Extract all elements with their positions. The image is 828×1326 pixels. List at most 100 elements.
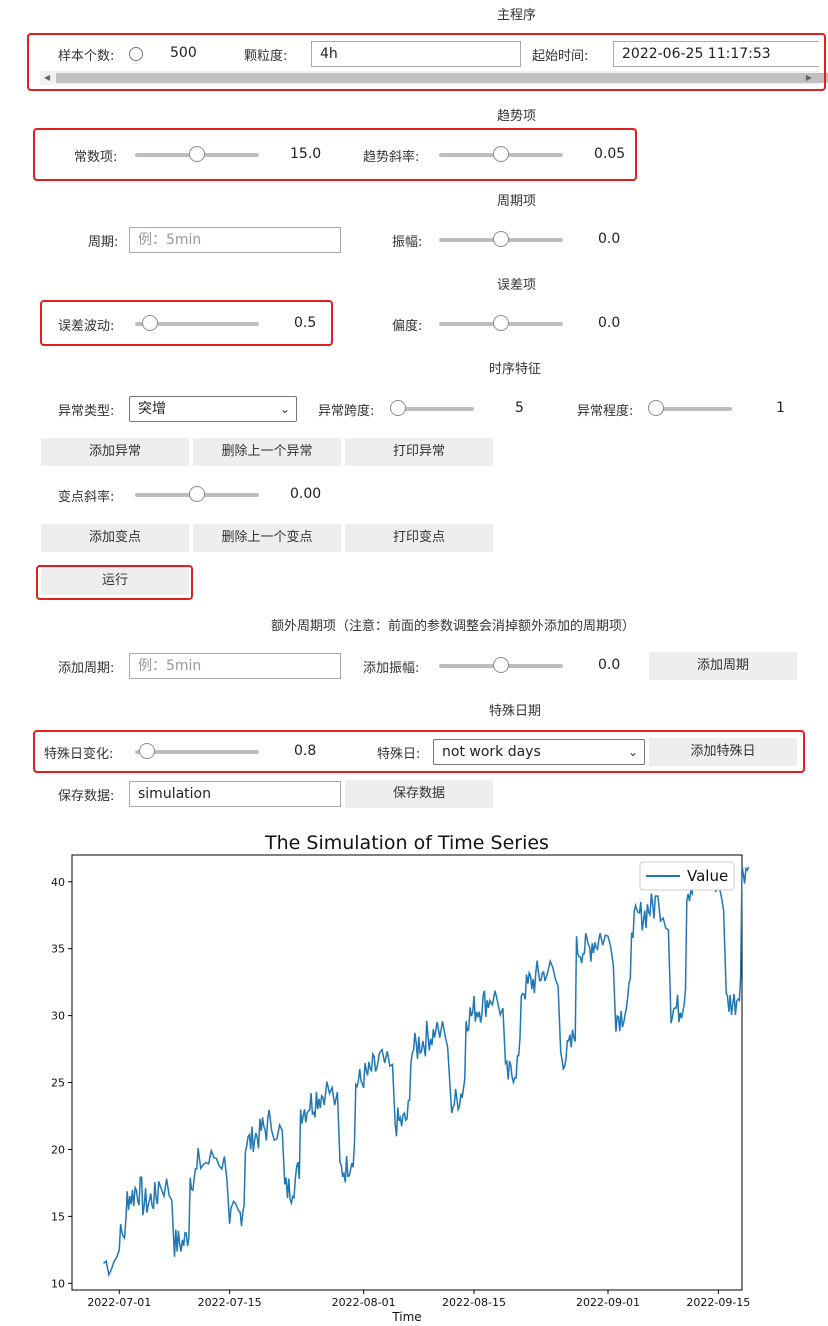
print-anomaly-button[interactable]: 打印异常 bbox=[345, 438, 493, 466]
x-tick-label: 2022-09-01 bbox=[576, 1296, 640, 1309]
trend-slope-label: 趋势斜率: bbox=[363, 150, 420, 165]
y-tick-label: 10 bbox=[51, 1277, 65, 1290]
horizontal-scrollbar[interactable]: ◀ ▶ bbox=[40, 71, 828, 85]
save-filename-input[interactable]: simulation bbox=[129, 781, 341, 807]
slider-handle[interactable] bbox=[493, 231, 509, 247]
anomaly-span-value: 5 bbox=[515, 400, 524, 416]
skewness-value: 0.0 bbox=[598, 315, 621, 331]
period-label: 周期: bbox=[88, 235, 119, 250]
slider-track bbox=[656, 407, 732, 411]
granularity-input[interactable]: 4h bbox=[311, 41, 521, 67]
change-slope-label: 变点斜率: bbox=[58, 490, 115, 505]
chevron-down-icon: ⌄ bbox=[279, 402, 290, 416]
change-slope-slider[interactable] bbox=[135, 486, 259, 504]
extra-amplitude-label: 添加振幅: bbox=[363, 661, 420, 676]
delete-last-change-point-button[interactable]: 删除上一个变点 bbox=[193, 524, 341, 552]
error-fluctuation-slider[interactable] bbox=[135, 315, 259, 333]
legend: Value bbox=[639, 861, 735, 891]
slider-handle[interactable] bbox=[139, 743, 156, 759]
special-day-label: 特殊日: bbox=[377, 747, 421, 762]
slider-handle[interactable] bbox=[390, 400, 406, 416]
amplitude-value: 0.0 bbox=[598, 231, 621, 247]
special-day-change-label: 特殊日变化: bbox=[44, 747, 114, 762]
amplitude-label: 振幅: bbox=[392, 235, 423, 250]
anomaly-span-slider[interactable] bbox=[390, 400, 474, 418]
x-tick-label: 2022-08-01 bbox=[332, 1296, 396, 1309]
trend-slope-slider[interactable] bbox=[439, 146, 563, 164]
chevron-down-icon: ⌄ bbox=[627, 745, 638, 759]
constant-slider[interactable] bbox=[135, 146, 259, 164]
anomaly-level-value: 1 bbox=[776, 400, 785, 416]
add-period-button[interactable]: 添加周期 bbox=[649, 652, 797, 680]
special-day-selected: not work days bbox=[442, 744, 541, 760]
anomaly-level-slider[interactable] bbox=[648, 400, 732, 418]
x-tick-label: 2022-07-01 bbox=[87, 1296, 151, 1309]
slider-track bbox=[398, 407, 474, 411]
section-title-error: 误差项 bbox=[497, 278, 537, 293]
slider-handle[interactable] bbox=[141, 315, 158, 331]
constant-value: 15.0 bbox=[290, 146, 322, 162]
anomaly-type-select[interactable]: 突增 ⌄ bbox=[129, 396, 297, 422]
slider-handle[interactable] bbox=[493, 146, 509, 162]
skewness-label: 偏度: bbox=[392, 319, 423, 334]
constant-label: 常数项: bbox=[74, 150, 118, 165]
scroll-left-arrow-icon[interactable]: ◀ bbox=[44, 71, 50, 85]
y-tick-label: 30 bbox=[51, 1010, 65, 1023]
amplitude-slider[interactable] bbox=[439, 231, 563, 249]
save-data-button[interactable]: 保存数据 bbox=[345, 780, 493, 808]
error-fluctuation-value: 0.5 bbox=[294, 315, 317, 331]
special-day-select[interactable]: not work days ⌄ bbox=[433, 739, 645, 765]
save-data-label: 保存数据: bbox=[58, 789, 115, 804]
y-tick-label: 40 bbox=[51, 876, 65, 889]
x-tick-label: 2022-08-15 bbox=[442, 1296, 506, 1309]
slider-handle[interactable] bbox=[493, 315, 509, 331]
slider-handle[interactable] bbox=[189, 486, 205, 502]
extra-amplitude-value: 0.0 bbox=[598, 657, 621, 673]
y-tick-label: 15 bbox=[51, 1210, 65, 1223]
period-input[interactable] bbox=[129, 227, 341, 253]
extra-period-input[interactable] bbox=[129, 653, 341, 679]
legend-label: Value bbox=[687, 867, 728, 885]
anomaly-span-label: 异常跨度: bbox=[318, 404, 375, 419]
scroll-right-arrow-icon[interactable]: ▶ bbox=[806, 71, 812, 85]
anomaly-level-label: 异常程度: bbox=[577, 404, 634, 419]
trend-slope-value: 0.05 bbox=[594, 146, 626, 162]
run-button[interactable]: 运行 bbox=[41, 567, 189, 595]
y-tick-label: 35 bbox=[51, 943, 65, 956]
slider-handle[interactable] bbox=[648, 400, 664, 416]
section-title-period: 周期项 bbox=[497, 194, 537, 209]
start-time-input[interactable]: 2022-06-25 11:17:53 bbox=[613, 41, 819, 67]
skewness-slider[interactable] bbox=[439, 315, 563, 333]
slider-handle[interactable] bbox=[493, 657, 509, 673]
scrollbar-thumb[interactable] bbox=[56, 73, 828, 83]
start-time-label: 起始时间: bbox=[532, 49, 589, 64]
samples-label: 样本个数: bbox=[58, 49, 115, 64]
y-tick-label: 20 bbox=[51, 1143, 65, 1156]
section-title-features: 时序特征 bbox=[489, 362, 542, 377]
samples-radio[interactable] bbox=[129, 47, 143, 61]
add-change-point-button[interactable]: 添加变点 bbox=[41, 524, 189, 552]
x-axis: 2022-07-01 2022-07-15 2022-08-01 2022-08-15… bbox=[87, 1290, 750, 1309]
special-day-change-slider[interactable] bbox=[135, 743, 259, 761]
print-change-point-button[interactable]: 打印变点 bbox=[345, 524, 493, 552]
section-title-special-day: 特殊日期 bbox=[489, 704, 542, 719]
delete-last-anomaly-button[interactable]: 删除上一个异常 bbox=[193, 438, 341, 466]
add-special-day-button[interactable]: 添加特殊日 bbox=[649, 738, 797, 766]
section-title-trend: 趋势项 bbox=[497, 109, 537, 124]
samples-value: 500 bbox=[170, 45, 197, 61]
chart-title: The Simulation of Time Series bbox=[264, 832, 549, 854]
anomaly-type-label: 异常类型: bbox=[58, 404, 115, 419]
slider-handle[interactable] bbox=[189, 146, 205, 162]
add-anomaly-button[interactable]: 添加异常 bbox=[41, 438, 189, 466]
x-tick-label: 2022-09-15 bbox=[686, 1296, 750, 1309]
x-tick-label: 2022-07-15 bbox=[198, 1296, 262, 1309]
extra-period-label: 添加周期: bbox=[58, 661, 115, 676]
special-day-change-value: 0.8 bbox=[294, 743, 317, 759]
time-series-chart: The Simulation of Time Series 10 15 20 25 30… bbox=[51, 832, 750, 1324]
section-title-extra-period: 额外周期项（注意：前面的参数调整会消掉额外添加的周期项） bbox=[271, 619, 636, 634]
change-slope-value: 0.00 bbox=[290, 486, 322, 502]
extra-amplitude-slider[interactable] bbox=[439, 657, 563, 675]
error-fluctuation-label: 误差波动: bbox=[58, 319, 115, 334]
section-title-main: 主程序 bbox=[497, 8, 537, 23]
y-axis: 10 15 20 25 30 35 40 bbox=[51, 876, 72, 1290]
